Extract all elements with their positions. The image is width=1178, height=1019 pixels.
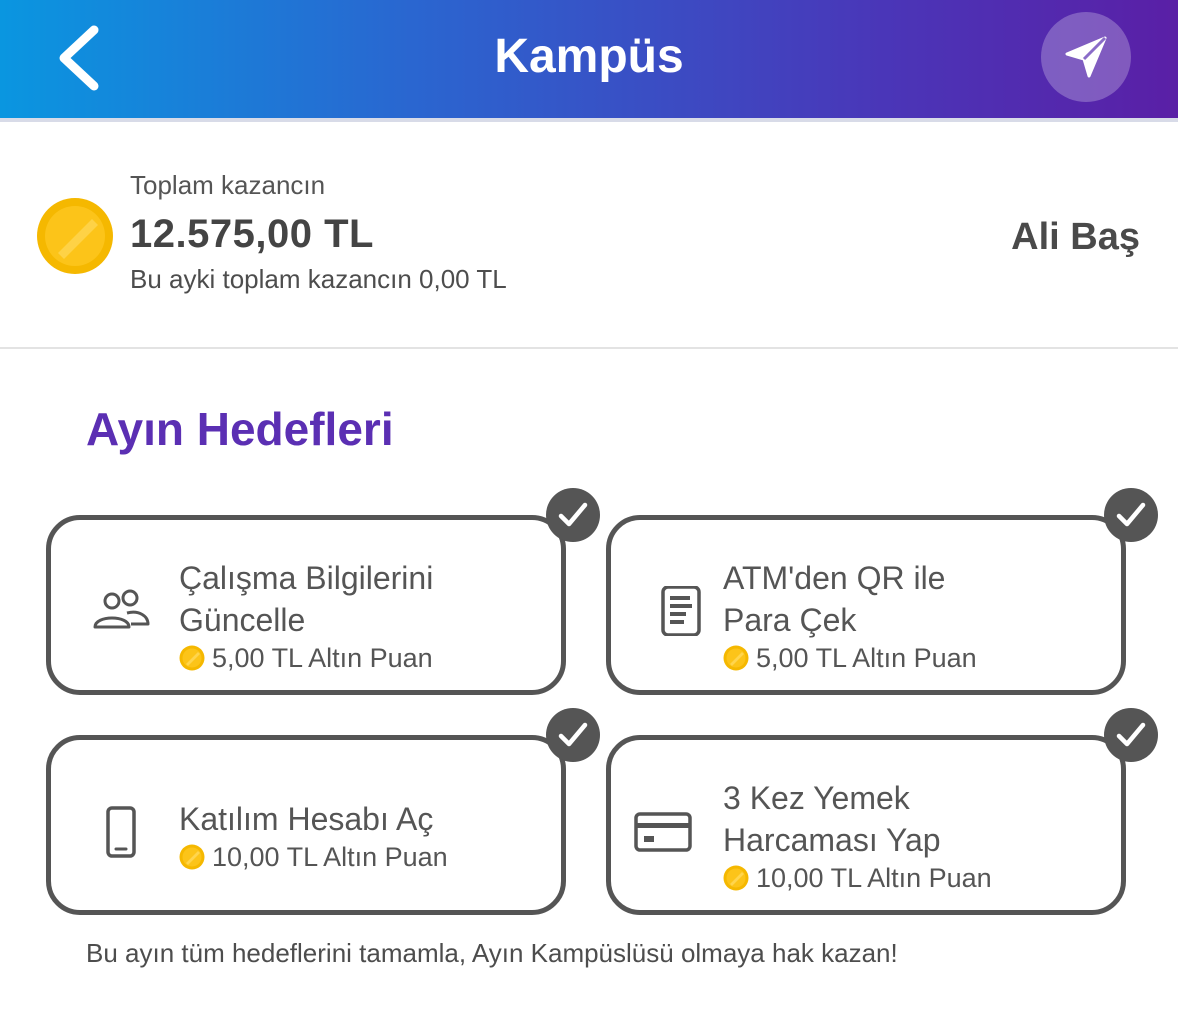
user-name: Ali Baş (1011, 216, 1140, 258)
total-earnings-value: 12.575,00 TL (130, 212, 374, 256)
goal-card-atm-qr-withdraw[interactable]: ATM'den QR ile Para Çek 5,00 TL Altın Pu… (606, 515, 1126, 695)
goal-points: 10,00 TL Altın Puan (723, 861, 1101, 895)
paper-plane-icon (1065, 36, 1107, 78)
goal-points: 10,00 TL Altın Puan (179, 840, 541, 874)
phone-icon (106, 806, 136, 858)
gold-coin-icon (723, 865, 749, 891)
gold-coin-icon (179, 645, 205, 671)
goal-title-line2: Harcaması Yap (723, 822, 941, 858)
goal-points-text: 10,00 TL Altın Puan (212, 842, 448, 872)
goal-title-line1: ATM'den QR ile (723, 560, 946, 596)
page-title: Kampüs (494, 30, 684, 83)
total-earnings-label: Toplam kazancın (130, 170, 326, 200)
section-divider (0, 347, 1178, 349)
goal-card-meal-spending[interactable]: 3 Kez Yemek Harcaması Yap 10,00 TL Altın… (606, 735, 1126, 915)
goals-footer-text: Bu ayın tüm hedeflerini tamamla, Ayın Ka… (86, 938, 898, 968)
completed-check-icon (1104, 708, 1158, 762)
goal-points-text: 10,00 TL Altın Puan (756, 863, 992, 893)
send-button[interactable] (1041, 12, 1131, 102)
gold-coin-icon (723, 645, 749, 671)
goal-points-text: 5,00 TL Altın Puan (756, 643, 977, 673)
completed-check-icon (546, 488, 600, 542)
goal-points-text: 5,00 TL Altın Puan (212, 643, 433, 673)
completed-check-icon (546, 708, 600, 762)
goals-title: Ayın Hedefleri (86, 403, 394, 455)
credit-card-icon (634, 812, 692, 852)
goal-points: 5,00 TL Altın Puan (723, 641, 1101, 675)
goal-card-update-work-info[interactable]: Çalışma Bilgilerini Güncelle 5,00 TL Alt… (46, 515, 566, 695)
gold-coin-icon (37, 198, 113, 274)
goal-title-line1: Katılım Hesabı Aç (179, 801, 434, 837)
goal-title-line1: 3 Kez Yemek (723, 780, 910, 816)
completed-check-icon (1104, 488, 1158, 542)
gold-coin-icon (179, 844, 205, 870)
goal-points: 5,00 TL Altın Puan (179, 641, 541, 675)
goal-title-line1: Çalışma Bilgilerini (179, 560, 434, 596)
goal-title-line2: Para Çek (723, 602, 857, 638)
goal-card-open-participation-account[interactable]: Katılım Hesabı Aç 10,00 TL Altın Puan (46, 735, 566, 915)
header-divider (0, 118, 1178, 122)
monthly-earnings-text: Bu ayki toplam kazancın 0,00 TL (130, 264, 507, 294)
top-bar: Kampüs (0, 0, 1178, 118)
goal-title-line2: Güncelle (179, 602, 306, 638)
document-icon (661, 586, 701, 636)
people-icon (93, 589, 150, 629)
